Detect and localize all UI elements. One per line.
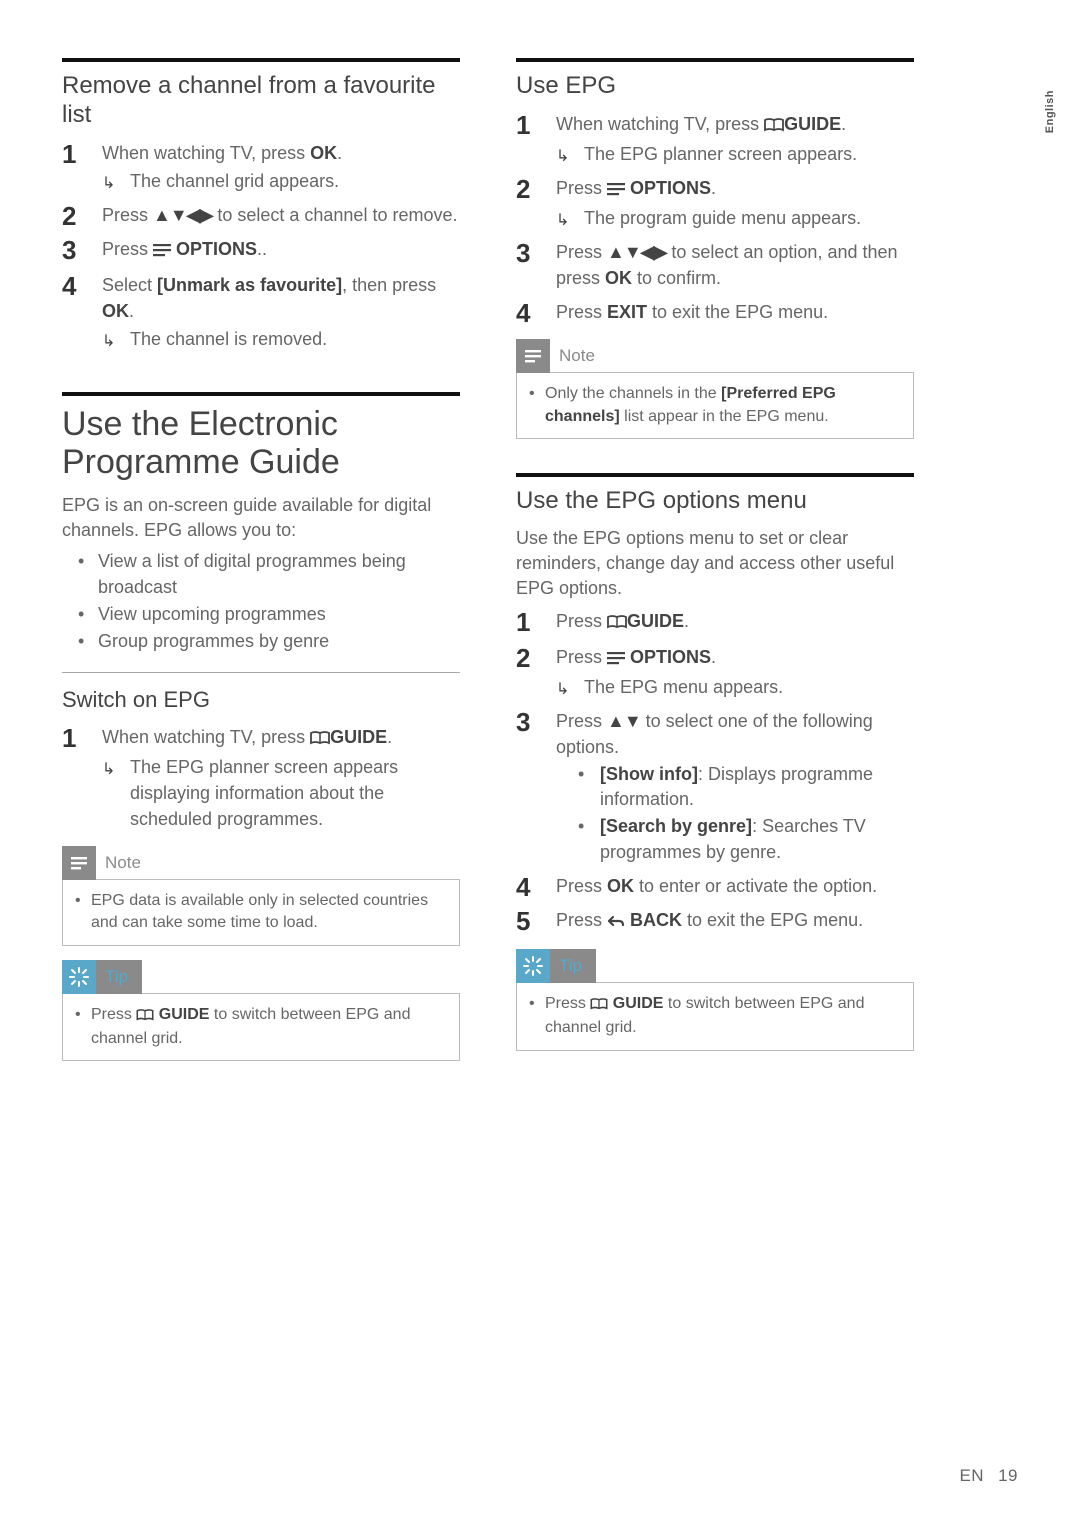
guide-book-icon [764, 113, 784, 139]
note-label: Note [549, 346, 609, 366]
key-ok: OK [102, 301, 129, 321]
list-item: View upcoming programmes [62, 602, 460, 627]
step-text: Press [556, 178, 607, 198]
step-result: The EPG planner screen appears. [584, 144, 857, 164]
note-text: EPG data is available only in selected c… [71, 890, 447, 935]
step-result: The EPG menu appears. [584, 677, 783, 697]
heading-epg: Use the Electronic Programme Guide [62, 406, 460, 481]
epg-intro: EPG is an on-screen guide available for … [62, 493, 460, 543]
footer-lang: EN [959, 1466, 984, 1485]
footer-page: 19 [998, 1466, 1018, 1485]
step-text: Press [556, 647, 607, 667]
step-text: When watching TV, press [102, 727, 310, 747]
menu-item: [Unmark as favourite] [157, 275, 342, 295]
note-icon [62, 846, 96, 880]
page-footer: EN 19 [959, 1466, 1018, 1486]
step-text: Press [556, 302, 607, 322]
step-text: Select [102, 275, 157, 295]
back-icon [607, 909, 625, 935]
step-text: Press [102, 239, 153, 259]
result-arrow-icon: ↳ [556, 209, 569, 232]
tip-callout: Tip Press GUIDE to switch between EPG an… [516, 949, 914, 1051]
tip-callout: Tip Press GUIDE to switch between EPG an… [62, 960, 460, 1062]
options-icon [607, 646, 625, 672]
key-ok: OK [310, 143, 337, 163]
key-options: OPTIONS [630, 178, 711, 198]
step-text: When watching TV, press [556, 114, 764, 134]
guide-book-icon [136, 1006, 154, 1028]
step-text: When watching TV, press [102, 143, 310, 163]
key-options: OPTIONS [176, 239, 257, 259]
key-back: BACK [630, 910, 682, 930]
note-callout: Note EPG data is available only in selec… [62, 846, 460, 946]
tip-icon [62, 960, 96, 994]
key-ok: OK [607, 876, 634, 896]
epg-options-intro: Use the EPG options menu to set or clear… [516, 526, 914, 602]
key-guide: GUIDE [784, 114, 841, 134]
key-guide: GUIDE [330, 727, 387, 747]
result-arrow-icon: ↳ [556, 678, 569, 701]
step-result: The channel is removed. [130, 329, 327, 349]
left-column: Remove a channel from a favourite list 1… [62, 52, 460, 1071]
step-result: The program guide menu appears. [584, 208, 861, 228]
list-item: View a list of digital programmes being … [62, 549, 460, 599]
tip-label: Tip [549, 956, 596, 976]
step-text: Press ▲▼◀▶ to select an option, and then… [556, 242, 898, 288]
side-tab-language: English [1044, 90, 1056, 133]
step-text: Press ▲▼ to select one of the following … [556, 711, 873, 757]
use-epg-steps: 1 When watching TV, press GUIDE. ↳The EP… [516, 111, 914, 326]
tip-icon [516, 949, 550, 983]
step-text: Press [556, 611, 607, 631]
step-result: The channel grid appears. [130, 171, 339, 191]
guide-book-icon [310, 726, 330, 752]
switch-steps: 1 When watching TV, press GUIDE. ↳The EP… [62, 724, 460, 832]
guide-book-icon [607, 610, 627, 636]
heading-remove-favourite: Remove a channel from a favourite list [62, 72, 460, 130]
note-text: Only the channels in the [Preferred EPG … [525, 383, 901, 428]
result-arrow-icon: ↳ [102, 758, 115, 781]
epg-options-steps: 1 Press GUIDE. 2 Press OPTIONS. ↳The EPG… [516, 608, 914, 935]
tip-text: Press GUIDE to switch between EPG and ch… [525, 993, 901, 1040]
note-callout: Note Only the channels in the [Preferred… [516, 339, 914, 439]
heading-switch-epg: Switch on EPG [62, 687, 460, 713]
heading-epg-options: Use the EPG options menu [516, 487, 914, 516]
tip-text: Press GUIDE to switch between EPG and ch… [71, 1004, 447, 1051]
option-item: [Show info]: Displays programme informat… [578, 762, 914, 812]
option-item: [Search by genre]: Searches TV programme… [578, 814, 914, 864]
heading-use-epg: Use EPG [516, 72, 914, 101]
step-result: The EPG planner screen appears displayin… [130, 757, 398, 829]
key-guide: GUIDE [627, 611, 684, 631]
key-options: OPTIONS [630, 647, 711, 667]
result-arrow-icon: ↳ [102, 172, 115, 195]
step-text: Press ▲▼◀▶ to select a channel to remove… [102, 205, 457, 225]
epg-feature-list: View a list of digital programmes being … [62, 549, 460, 654]
result-arrow-icon: ↳ [102, 330, 115, 353]
step-text: Press [556, 910, 607, 930]
remove-steps: 1 When watching TV, press OK. ↳The chann… [62, 140, 460, 353]
options-icon [153, 238, 171, 264]
key-exit: EXIT [607, 302, 647, 322]
right-column: Use EPG 1 When watching TV, press GUIDE.… [516, 52, 914, 1071]
list-item: Group programmes by genre [62, 629, 460, 654]
note-icon [516, 339, 550, 373]
tip-label: Tip [95, 967, 142, 987]
step-text: Press [556, 876, 607, 896]
note-label: Note [95, 853, 155, 873]
guide-book-icon [590, 995, 608, 1017]
options-icon [607, 177, 625, 203]
result-arrow-icon: ↳ [556, 145, 569, 168]
